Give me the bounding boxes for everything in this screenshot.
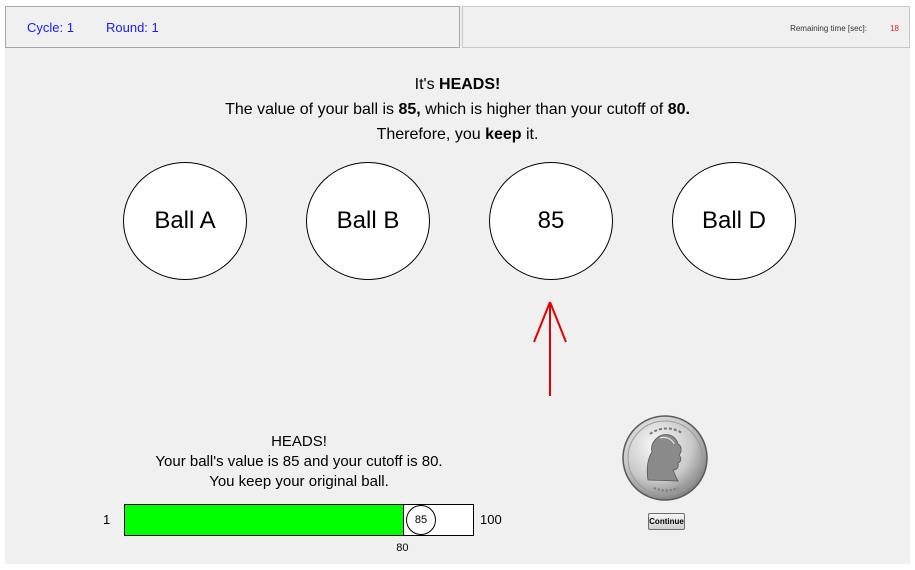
- explanation-prefix: The value of your ball is: [225, 101, 399, 118]
- heading-result: HEADS!: [439, 76, 501, 93]
- bar-max-label: 100: [480, 512, 502, 527]
- explanation-middle: which is higher than your cutoff of: [420, 101, 668, 118]
- decision-action: keep: [485, 126, 522, 143]
- result-explanation: The value of your ball is 85, which is h…: [0, 101, 915, 119]
- cutoff-marker: [403, 504, 405, 536]
- result-heading: It's HEADS!: [0, 76, 915, 94]
- ball-c-revealed: 85: [489, 162, 613, 280]
- decision-suffix: it.: [521, 126, 539, 143]
- summary-values: Your ball's value is 85 and your cutoff …: [155, 453, 443, 470]
- continue-button[interactable]: Continue: [648, 513, 685, 530]
- ball-b: Ball B: [306, 162, 430, 280]
- remaining-time-value: 18: [890, 24, 899, 33]
- bar-min-label: 1: [103, 512, 111, 527]
- decision-prefix: Therefore, you: [376, 126, 486, 143]
- cutoff-fill: [125, 505, 405, 535]
- quarter-coin-icon: [622, 415, 708, 501]
- arrow-up-icon: [533, 301, 567, 396]
- header-info-panel: Cycle: 1 Round: 1: [5, 6, 460, 48]
- explanation-cutoff: 80.: [667, 101, 690, 118]
- summary-heading: HEADS!: [271, 433, 327, 450]
- remaining-time-label: Remaining time [sec]:: [790, 24, 867, 33]
- explanation-ball-value: 85,: [398, 101, 421, 118]
- header-timer-panel: Remaining time [sec]: 18: [462, 6, 910, 48]
- ball-d: Ball D: [672, 162, 796, 280]
- cutoff-label: 80: [396, 542, 409, 554]
- round-label: Round: 1: [106, 20, 159, 35]
- heading-prefix: It's: [414, 76, 440, 93]
- ball-value-marker: 85: [405, 505, 436, 535]
- summary-outcome: You keep your original ball.: [209, 473, 389, 490]
- result-decision: Therefore, you keep it.: [0, 126, 915, 144]
- ball-a: Ball A: [123, 162, 247, 280]
- cycle-label: Cycle: 1: [27, 20, 74, 35]
